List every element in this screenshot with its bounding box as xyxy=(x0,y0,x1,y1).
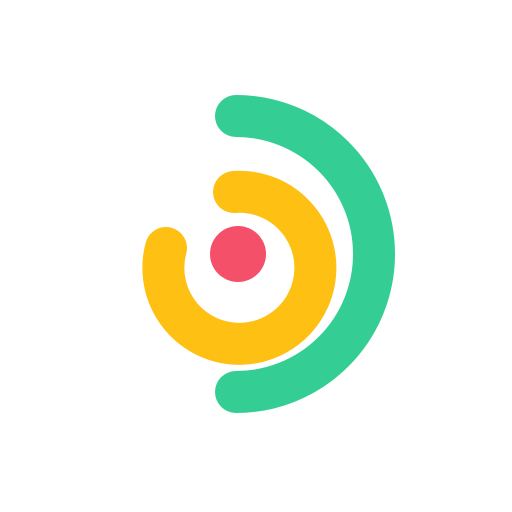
center-dot xyxy=(210,226,266,282)
concentric-arcs-logo-icon xyxy=(142,95,395,413)
app-icon-canvas xyxy=(0,0,512,512)
